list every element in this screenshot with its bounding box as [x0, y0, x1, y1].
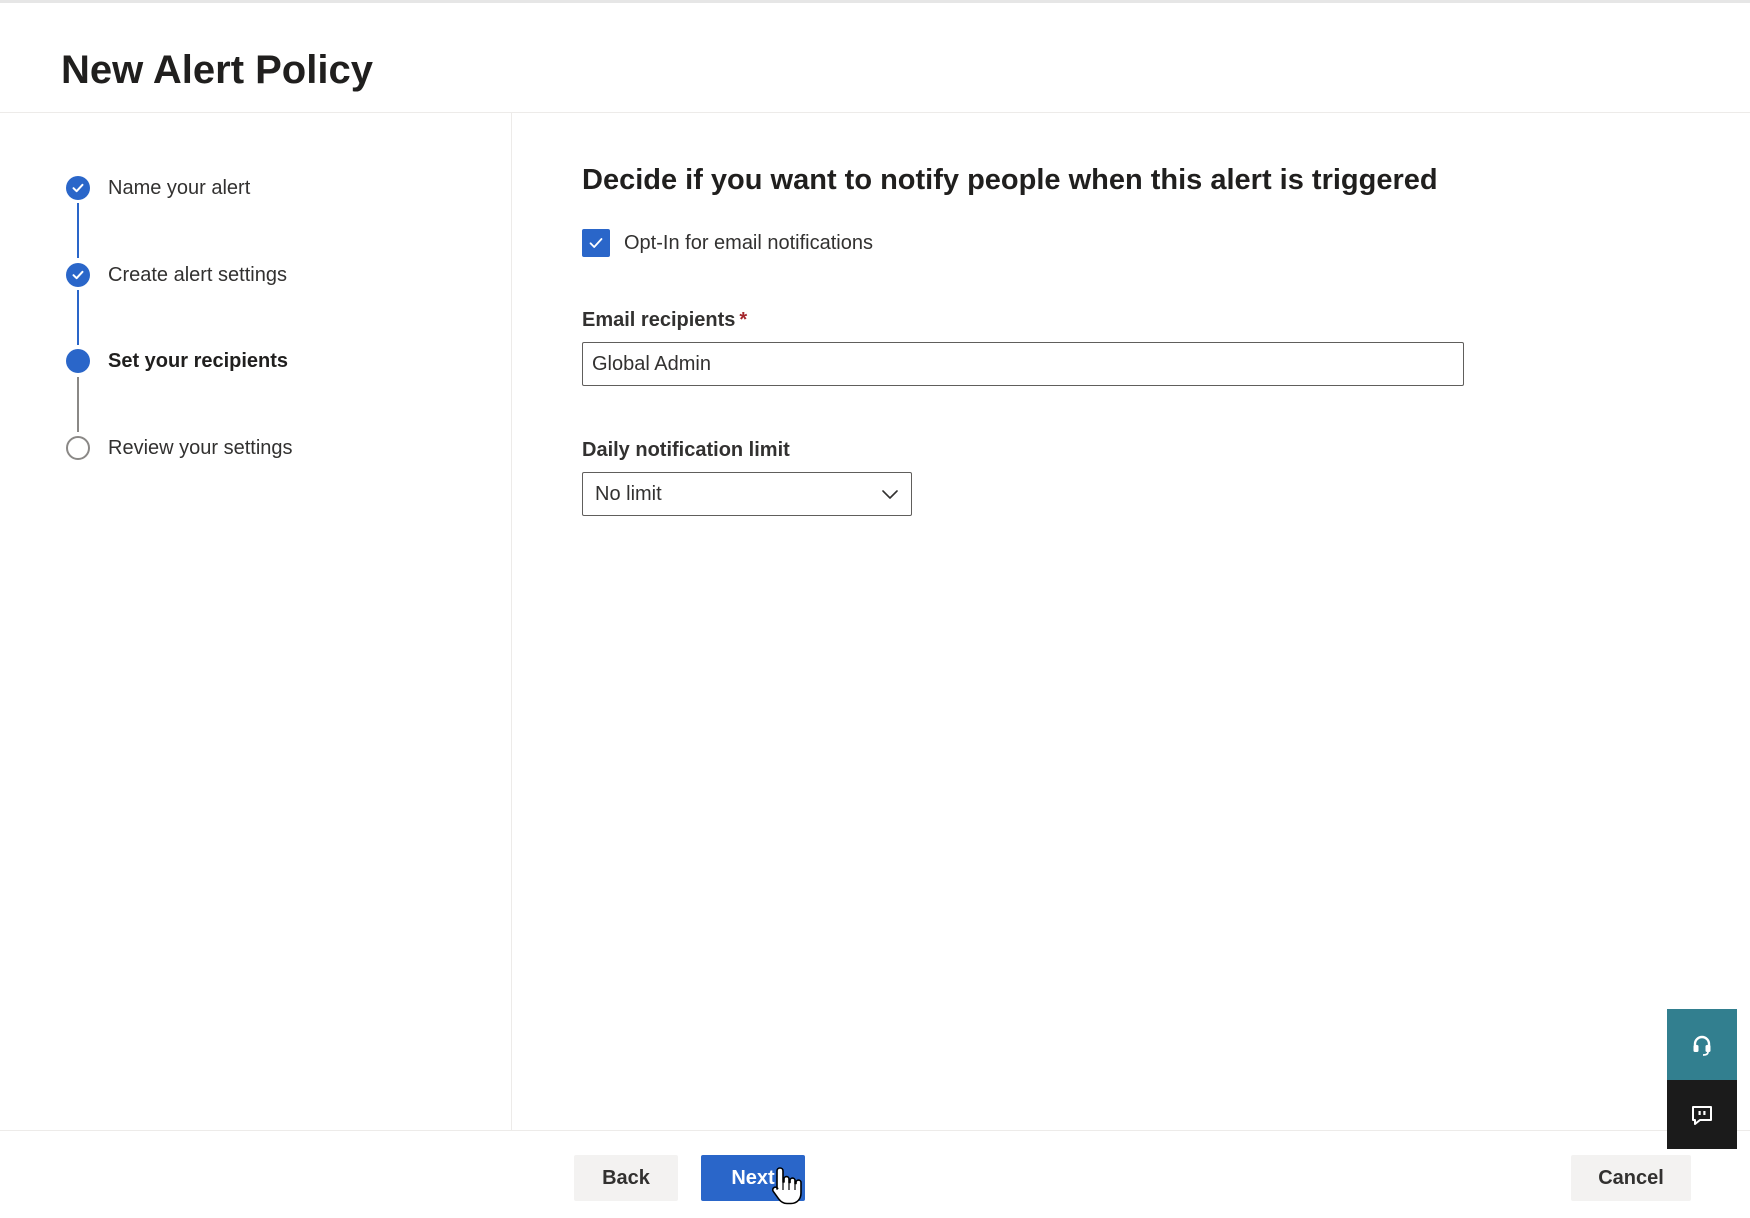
wizard-step-label: Name your alert [108, 176, 251, 199]
help-button[interactable] [1667, 1009, 1737, 1080]
cancel-button[interactable]: Cancel [1571, 1155, 1691, 1201]
step-current-dot-icon [66, 349, 90, 373]
checkmark-icon [589, 238, 603, 248]
daily-notification-limit-label: Daily notification limit [582, 439, 790, 461]
step-completed-check-icon [66, 263, 90, 287]
headset-icon [1693, 1035, 1711, 1056]
step-connector [77, 203, 79, 258]
wizard-step-set-your-recipients[interactable]: Set your recipients [66, 349, 288, 373]
wizard-step-review-your-settings[interactable]: Review your settings [66, 436, 293, 460]
email-recipients-input[interactable]: Global Admin [582, 342, 1464, 386]
opt-in-email-label: Opt-In for email notifications [624, 231, 873, 254]
email-recipients-label: Email recipients * [582, 309, 747, 332]
opt-in-email-checkbox[interactable] [582, 229, 610, 257]
step-pending-circle-icon [66, 436, 90, 460]
daily-notification-limit-dropdown[interactable]: No limit [582, 472, 912, 516]
wizard-step-label: Create alert settings [108, 263, 287, 286]
back-button[interactable]: Back [574, 1155, 678, 1201]
step-connector [77, 377, 79, 432]
page-title: New Alert Policy [61, 48, 373, 92]
next-button[interactable]: Next [701, 1155, 805, 1201]
footer-divider [0, 1130, 1750, 1131]
step-connector [77, 290, 79, 345]
feedback-button[interactable] [1667, 1080, 1737, 1149]
email-recipients-label-text: Email recipients [582, 309, 736, 331]
pane-divider [511, 113, 512, 1130]
wizard-step-create-alert-settings[interactable]: Create alert settings [66, 263, 287, 287]
feedback-icon [1692, 1105, 1712, 1125]
step-completed-check-icon [66, 176, 90, 200]
wizard-step-label: Set your recipients [108, 349, 289, 372]
wizard-step-name-your-alert[interactable]: Name your alert [66, 176, 250, 200]
chevron-down-icon [882, 490, 898, 499]
top-border [0, 0, 1750, 3]
required-marker: * [739, 309, 748, 331]
opt-in-email-checkbox-row[interactable]: Opt-In for email notifications [582, 229, 873, 257]
dropdown-selected-value: No limit [595, 482, 662, 505]
wizard-step-label: Review your settings [108, 436, 293, 459]
section-heading: Decide if you want to notify people when… [582, 164, 1438, 196]
